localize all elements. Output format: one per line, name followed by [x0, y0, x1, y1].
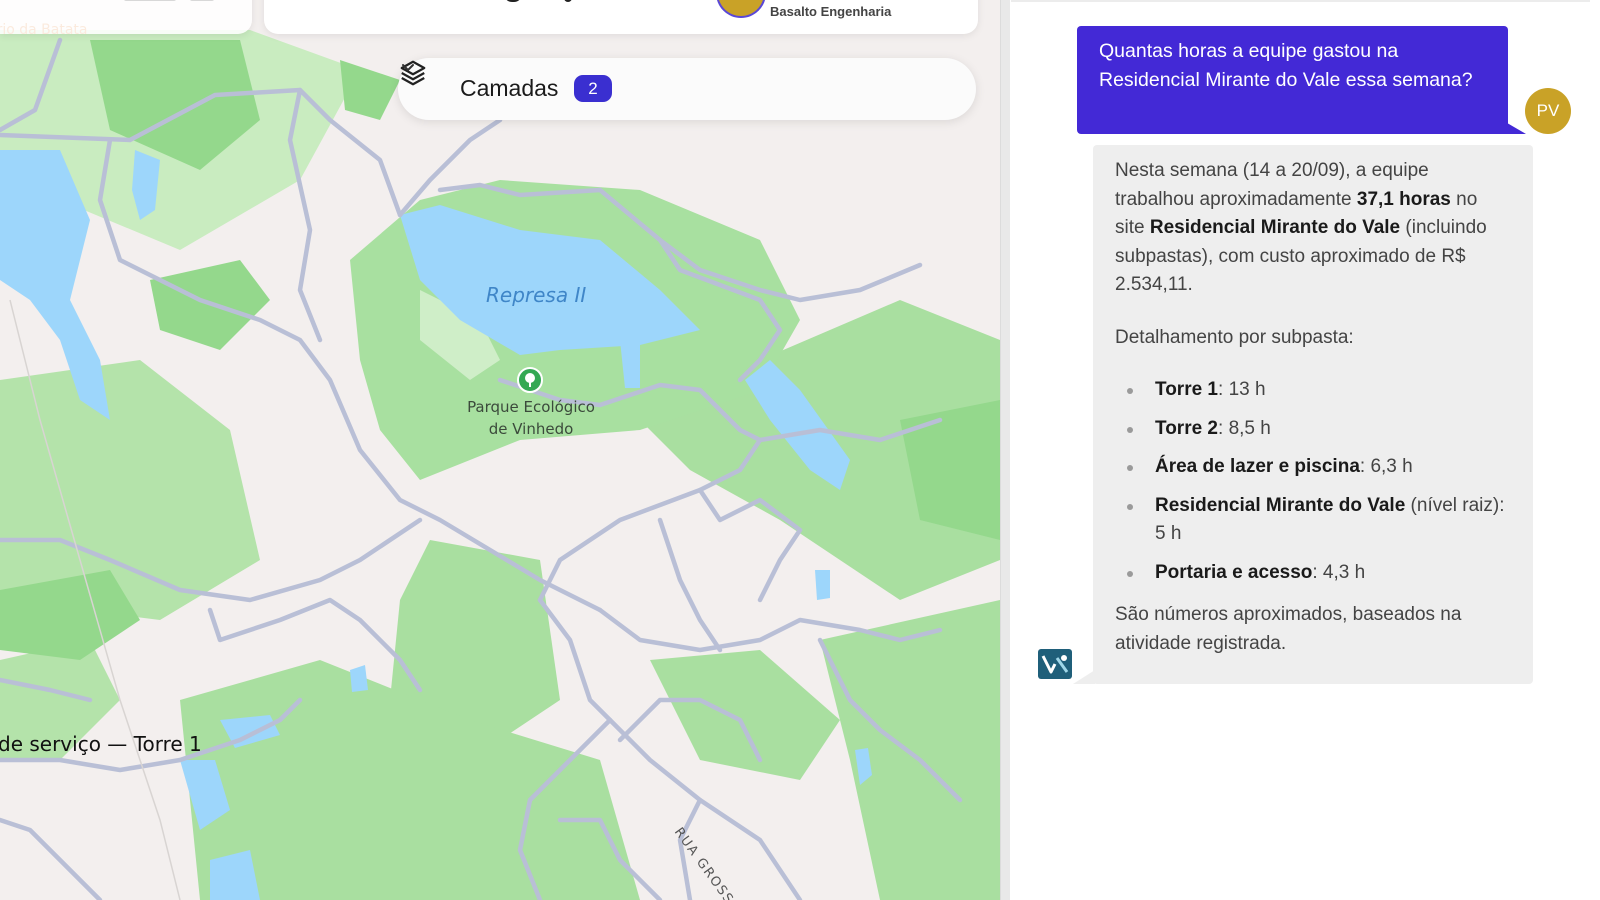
- assistant-footer: São números aproximados, baseados na ati…: [1115, 604, 1462, 654]
- chat-divider: [1011, 0, 1590, 2]
- lake-label: Represa II: [486, 283, 587, 307]
- map-canvas[interactable]: [0, 0, 1000, 900]
- park-label[interactable]: Parque Ecológico de Vinhedo: [458, 396, 604, 440]
- list-item: Área de lazer e piscina: 6,3 h: [1115, 453, 1511, 482]
- park-label-line2: de Vinhedo: [488, 420, 574, 438]
- breakdown-list: Torre 1: 13 h Torre 2: 8,5 h Área de laz…: [1115, 376, 1511, 587]
- layers-label: Camadas: [460, 75, 559, 101]
- panel-divider[interactable]: [1000, 0, 1010, 900]
- company-name: Basalto Engenharia: [770, 4, 892, 19]
- park-label-line1: Parque Ecológico: [467, 398, 595, 416]
- toolbar-icon[interactable]: [504, 0, 522, 2]
- chevron-down-icon[interactable]: [398, 58, 418, 78]
- breakdown-title: Detalhamento por subpasta:: [1115, 326, 1354, 348]
- chat-panel: Quantas horas a equipe gastou na Residen…: [1011, 0, 1590, 900]
- site-name: Residencial Mirante do Vale: [1149, 217, 1401, 238]
- layers-dropdown[interactable]: Camadas 2: [398, 58, 976, 120]
- toolbar-icon[interactable]: [564, 0, 572, 2]
- user-message: Quantas horas a equipe gastou na Residen…: [1077, 26, 1508, 134]
- assistant-intro: Nesta semana (14 a 20/09), a equipe trab…: [1115, 160, 1487, 295]
- top-toolbar: Basalto Engenharia: [264, 0, 978, 34]
- hours-total: 37,1 horas: [1356, 188, 1451, 210]
- service-area-label: de serviço — Torre 1: [0, 732, 202, 756]
- map-view[interactable]: orio da Batata Represa II Parque Ecológi…: [0, 0, 1000, 900]
- toolbar-control[interactable]: [124, 0, 176, 1]
- company-avatar[interactable]: [716, 0, 766, 18]
- assistant-logo-icon: [1038, 649, 1072, 679]
- toolbar-control[interactable]: [190, 0, 214, 1]
- list-item: Residencial Mirante do Vale (nível raiz)…: [1115, 492, 1511, 549]
- assistant-message: Nesta semana (14 a 20/09), a equipe trab…: [1093, 145, 1533, 684]
- user-message-tail: [1502, 120, 1526, 134]
- user-avatar[interactable]: PV: [1525, 88, 1571, 134]
- layers-count-badge: 2: [574, 75, 612, 102]
- list-item: Torre 2: 8,5 h: [1115, 415, 1511, 444]
- park-pin-icon[interactable]: [517, 367, 543, 393]
- list-item: Portaria e acesso: 4,3 h: [1115, 559, 1511, 588]
- assistant-message-tail: [1073, 670, 1095, 684]
- list-item: Torre 1: 13 h: [1115, 376, 1511, 405]
- search-card[interactable]: [0, 0, 252, 34]
